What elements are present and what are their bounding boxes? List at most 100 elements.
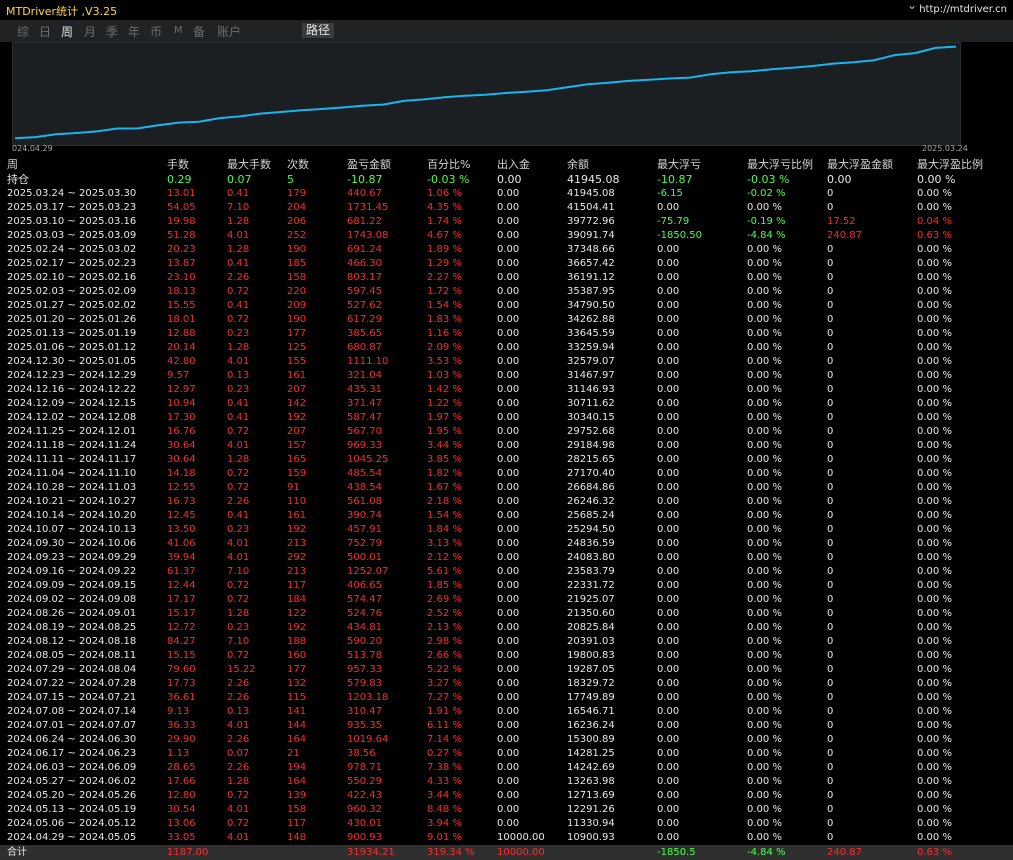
table-row[interactable]: 2025.01.27 ~ 2025.02.02 15.55 0.41 209 527.6… xyxy=(0,299,1013,313)
cell-col-4: 752.79 xyxy=(347,538,382,549)
cell-col-3: 110 xyxy=(287,496,307,507)
table-row[interactable]: 2024.09.16 ~ 2024.09.22 61.37 7.10 213 1252.… xyxy=(0,565,1013,579)
tab-currency[interactable]: 币 xyxy=(150,23,162,40)
table-row[interactable]: 2024.10.21 ~ 2024.10.27 16.73 2.26 110 561.0… xyxy=(0,495,1013,509)
cell-col-5: 2.52 % xyxy=(427,608,462,619)
table-row[interactable]: 2024.12.16 ~ 2024.12.22 12.97 0.23 207 435.3… xyxy=(0,383,1013,397)
cell-col-3: 177 xyxy=(287,664,307,675)
table-row[interactable]: 2024.10.28 ~ 2024.11.03 12.55 0.72 91 438.54… xyxy=(0,481,1013,495)
cell-col-8: 0.00 xyxy=(657,762,680,773)
table-row[interactable]: 2024.05.20 ~ 2024.05.26 12.80 0.72 139 422.4… xyxy=(0,789,1013,803)
table-row[interactable]: 2024.10.07 ~ 2024.10.13 13.50 0.23 192 457.9… xyxy=(0,523,1013,537)
table-row[interactable]: 2025.01.06 ~ 2025.01.12 20.14 1.28 125 680.8… xyxy=(0,341,1013,355)
table-row[interactable]: 2025.02.24 ~ 2025.03.02 20.23 1.28 190 691.2… xyxy=(0,243,1013,257)
table-row[interactable]: 2024.12.09 ~ 2024.12.15 10.94 0.41 142 371.4… xyxy=(0,397,1013,411)
cell-col-2: 1.28 xyxy=(227,244,250,255)
table-row[interactable]: 2024.06.24 ~ 2024.06.30 29.90 2.26 164 1019.… xyxy=(0,733,1013,747)
tab-month[interactable]: 月 xyxy=(84,23,96,40)
cell-col-11: 0.00 % xyxy=(917,188,952,199)
table-row[interactable]: 2024.07.15 ~ 2024.07.21 36.61 2.26 115 1203.… xyxy=(0,691,1013,705)
cell-col-8: 0.00 xyxy=(657,258,680,269)
cell-col-1: 9.13 xyxy=(167,706,190,717)
tab-year[interactable]: 年 xyxy=(128,23,140,40)
cell-col-5: 1.74 % xyxy=(427,216,462,227)
cell-col-1: 51.28 xyxy=(167,230,196,241)
cell-col-5: 2.66 % xyxy=(427,650,462,661)
cell-col-2: 2.26 xyxy=(227,692,250,703)
table-row[interactable]: 2024.05.13 ~ 2024.05.19 30.54 4.01 158 960.3… xyxy=(0,803,1013,817)
cell-col-10: 0 xyxy=(827,608,834,619)
cell-col-7: 37348.66 xyxy=(567,244,615,255)
table-row[interactable]: 2024.04.29 ~ 2024.05.05 33.05 4.01 148 900.9… xyxy=(0,831,1013,845)
table-row[interactable]: 2024.06.17 ~ 2024.06.23 1.13 0.07 21 38.56 0.… xyxy=(0,747,1013,761)
cell-col-3: 190 xyxy=(287,314,307,325)
website-link[interactable]: http://mtdriver.cn xyxy=(919,4,1007,15)
tab-account[interactable]: 账户 xyxy=(217,23,241,40)
cell-col-9: 0.00 % xyxy=(747,664,782,675)
cell-col-6: 0.00 xyxy=(497,818,520,829)
table-row[interactable]: 2025.02.03 ~ 2025.02.09 18.13 0.72 220 597.4… xyxy=(0,285,1013,299)
table-row[interactable]: 2024.09.09 ~ 2024.09.15 12.44 0.72 117 406.6… xyxy=(0,579,1013,593)
table-row[interactable]: 2024.12.30 ~ 2025.01.05 42.80 4.01 155 1111.… xyxy=(0,355,1013,369)
tab-backup[interactable]: 备 xyxy=(193,23,205,40)
table-row[interactable]: 2024.05.06 ~ 2024.05.12 13.06 0.72 117 430.0… xyxy=(0,817,1013,831)
table-row[interactable]: 2024.12.23 ~ 2024.12.29 9.57 0.13 161 321.04… xyxy=(0,369,1013,383)
tab-quarter[interactable]: 季 xyxy=(106,23,118,40)
cell-col-8: 0.00 xyxy=(657,538,680,549)
cell-col-0: 2025.01.06 ~ 2025.01.12 xyxy=(7,342,137,353)
table-row[interactable]: 2025.03.24 ~ 2025.03.30 13.01 0.41 179 440.6… xyxy=(0,187,1013,201)
cell-col-10: 0 xyxy=(827,286,834,297)
table-row[interactable]: 2024.11.04 ~ 2024.11.10 14.18 0.72 159 485.5… xyxy=(0,467,1013,481)
table-row[interactable]: 2024.07.22 ~ 2024.07.28 17.73 2.26 132 579.8… xyxy=(0,677,1013,691)
table-row[interactable]: 2024.08.19 ~ 2024.08.25 12.72 0.23 192 434.8… xyxy=(0,621,1013,635)
table-row[interactable]: 2025.02.10 ~ 2025.02.16 23.10 2.26 158 803.1… xyxy=(0,271,1013,285)
table-row[interactable]: 2024.10.14 ~ 2024.10.20 12.45 0.41 161 390.7… xyxy=(0,509,1013,523)
table-row[interactable]: 2025.02.17 ~ 2025.02.23 13.87 0.41 185 466.3… xyxy=(0,257,1013,271)
table-row[interactable]: 2025.03.10 ~ 2025.03.16 19.98 1.28 206 681.2… xyxy=(0,215,1013,229)
table-row[interactable]: 2024.08.12 ~ 2024.08.18 84.27 7.10 188 590.2… xyxy=(0,635,1013,649)
cell-col-4: 579.83 xyxy=(347,678,382,689)
cell-col-0: 2024.12.30 ~ 2025.01.05 xyxy=(7,356,137,367)
cell-col-1: 84.27 xyxy=(167,636,196,647)
table-row[interactable]: 2024.12.02 ~ 2024.12.08 17.30 0.41 192 587.4… xyxy=(0,411,1013,425)
table-row[interactable]: 2024.07.08 ~ 2024.07.14 9.13 0.13 141 310.47… xyxy=(0,705,1013,719)
cell-col-1: 36.33 xyxy=(167,720,196,731)
cell-col-0: 2025.02.03 ~ 2025.02.09 xyxy=(7,286,137,297)
tab-path[interactable]: 路径 xyxy=(302,23,335,38)
table-row[interactable]: 2024.11.18 ~ 2024.11.24 30.64 4.01 157 969.3… xyxy=(0,439,1013,453)
table-row[interactable]: 2024.07.01 ~ 2024.07.07 36.33 4.01 144 935.3… xyxy=(0,719,1013,733)
tab-m[interactable]: M xyxy=(174,25,183,36)
cell-col-6: 0.00 xyxy=(497,314,520,325)
tab-day[interactable]: 日 xyxy=(39,23,51,40)
table-row[interactable]: 2025.03.17 ~ 2025.03.23 54.05 7.10 204 1731.… xyxy=(0,201,1013,215)
chevron-down-icon[interactable]: ⌄ xyxy=(907,0,917,12)
table-row[interactable]: 2024.11.25 ~ 2024.12.01 16.76 0.72 207 567.7… xyxy=(0,425,1013,439)
table-row[interactable]: 2025.01.20 ~ 2025.01.26 18.01 0.72 190 617.2… xyxy=(0,313,1013,327)
cell-col-7: 39091.74 xyxy=(567,230,615,241)
tab-summary[interactable]: 综 xyxy=(17,23,29,40)
table-row[interactable]: 2024.08.05 ~ 2024.08.11 15.15 0.72 160 513.7… xyxy=(0,649,1013,663)
table-row[interactable]: 2024.09.23 ~ 2024.09.29 39.94 4.01 292 500.0… xyxy=(0,551,1013,565)
table-row[interactable]: 2024.07.29 ~ 2024.08.04 79.60 15.22 177 957.… xyxy=(0,663,1013,677)
table-row[interactable]: 2025.03.03 ~ 2025.03.09 51.28 4.01 252 1743.… xyxy=(0,229,1013,243)
table-row[interactable]: 2024.09.02 ~ 2024.09.08 17.17 0.72 184 574.4… xyxy=(0,593,1013,607)
cell-col-4: 597.45 xyxy=(347,286,382,297)
cell-col-11: 0.00 % xyxy=(917,496,952,507)
cell-col-11: 0.00 % xyxy=(917,454,952,465)
cell-col-9: 0.00 % xyxy=(747,482,782,493)
tab-week[interactable]: 周 xyxy=(61,23,73,40)
cell-col-10: 0 xyxy=(827,314,834,325)
cell-col-0: 2024.08.19 ~ 2024.08.25 xyxy=(7,622,137,633)
cell-col-7: 36191.12 xyxy=(567,272,615,283)
cell-col-5: 2.13 % xyxy=(427,622,462,633)
table-row[interactable]: 2025.01.13 ~ 2025.01.19 12.88 0.23 177 385.6… xyxy=(0,327,1013,341)
cell-col-11: 0.00 % xyxy=(917,314,952,325)
table-row[interactable]: 2024.06.03 ~ 2024.06.09 28.65 2.26 194 978.7… xyxy=(0,761,1013,775)
cell-col-1: 41.06 xyxy=(167,538,196,549)
table-row[interactable]: 2024.09.30 ~ 2024.10.06 41.06 4.01 213 752.7… xyxy=(0,537,1013,551)
cell-col-6: 0.00 xyxy=(497,244,520,255)
table-row[interactable]: 2024.05.27 ~ 2024.06.02 17.66 1.28 164 550.2… xyxy=(0,775,1013,789)
table-row[interactable]: 2024.08.26 ~ 2024.09.01 15.17 1.28 122 524.7… xyxy=(0,607,1013,621)
table-row[interactable]: 2024.11.11 ~ 2024.11.17 30.64 1.28 165 1045.… xyxy=(0,453,1013,467)
cell-col-8: 0.00 xyxy=(657,818,680,829)
